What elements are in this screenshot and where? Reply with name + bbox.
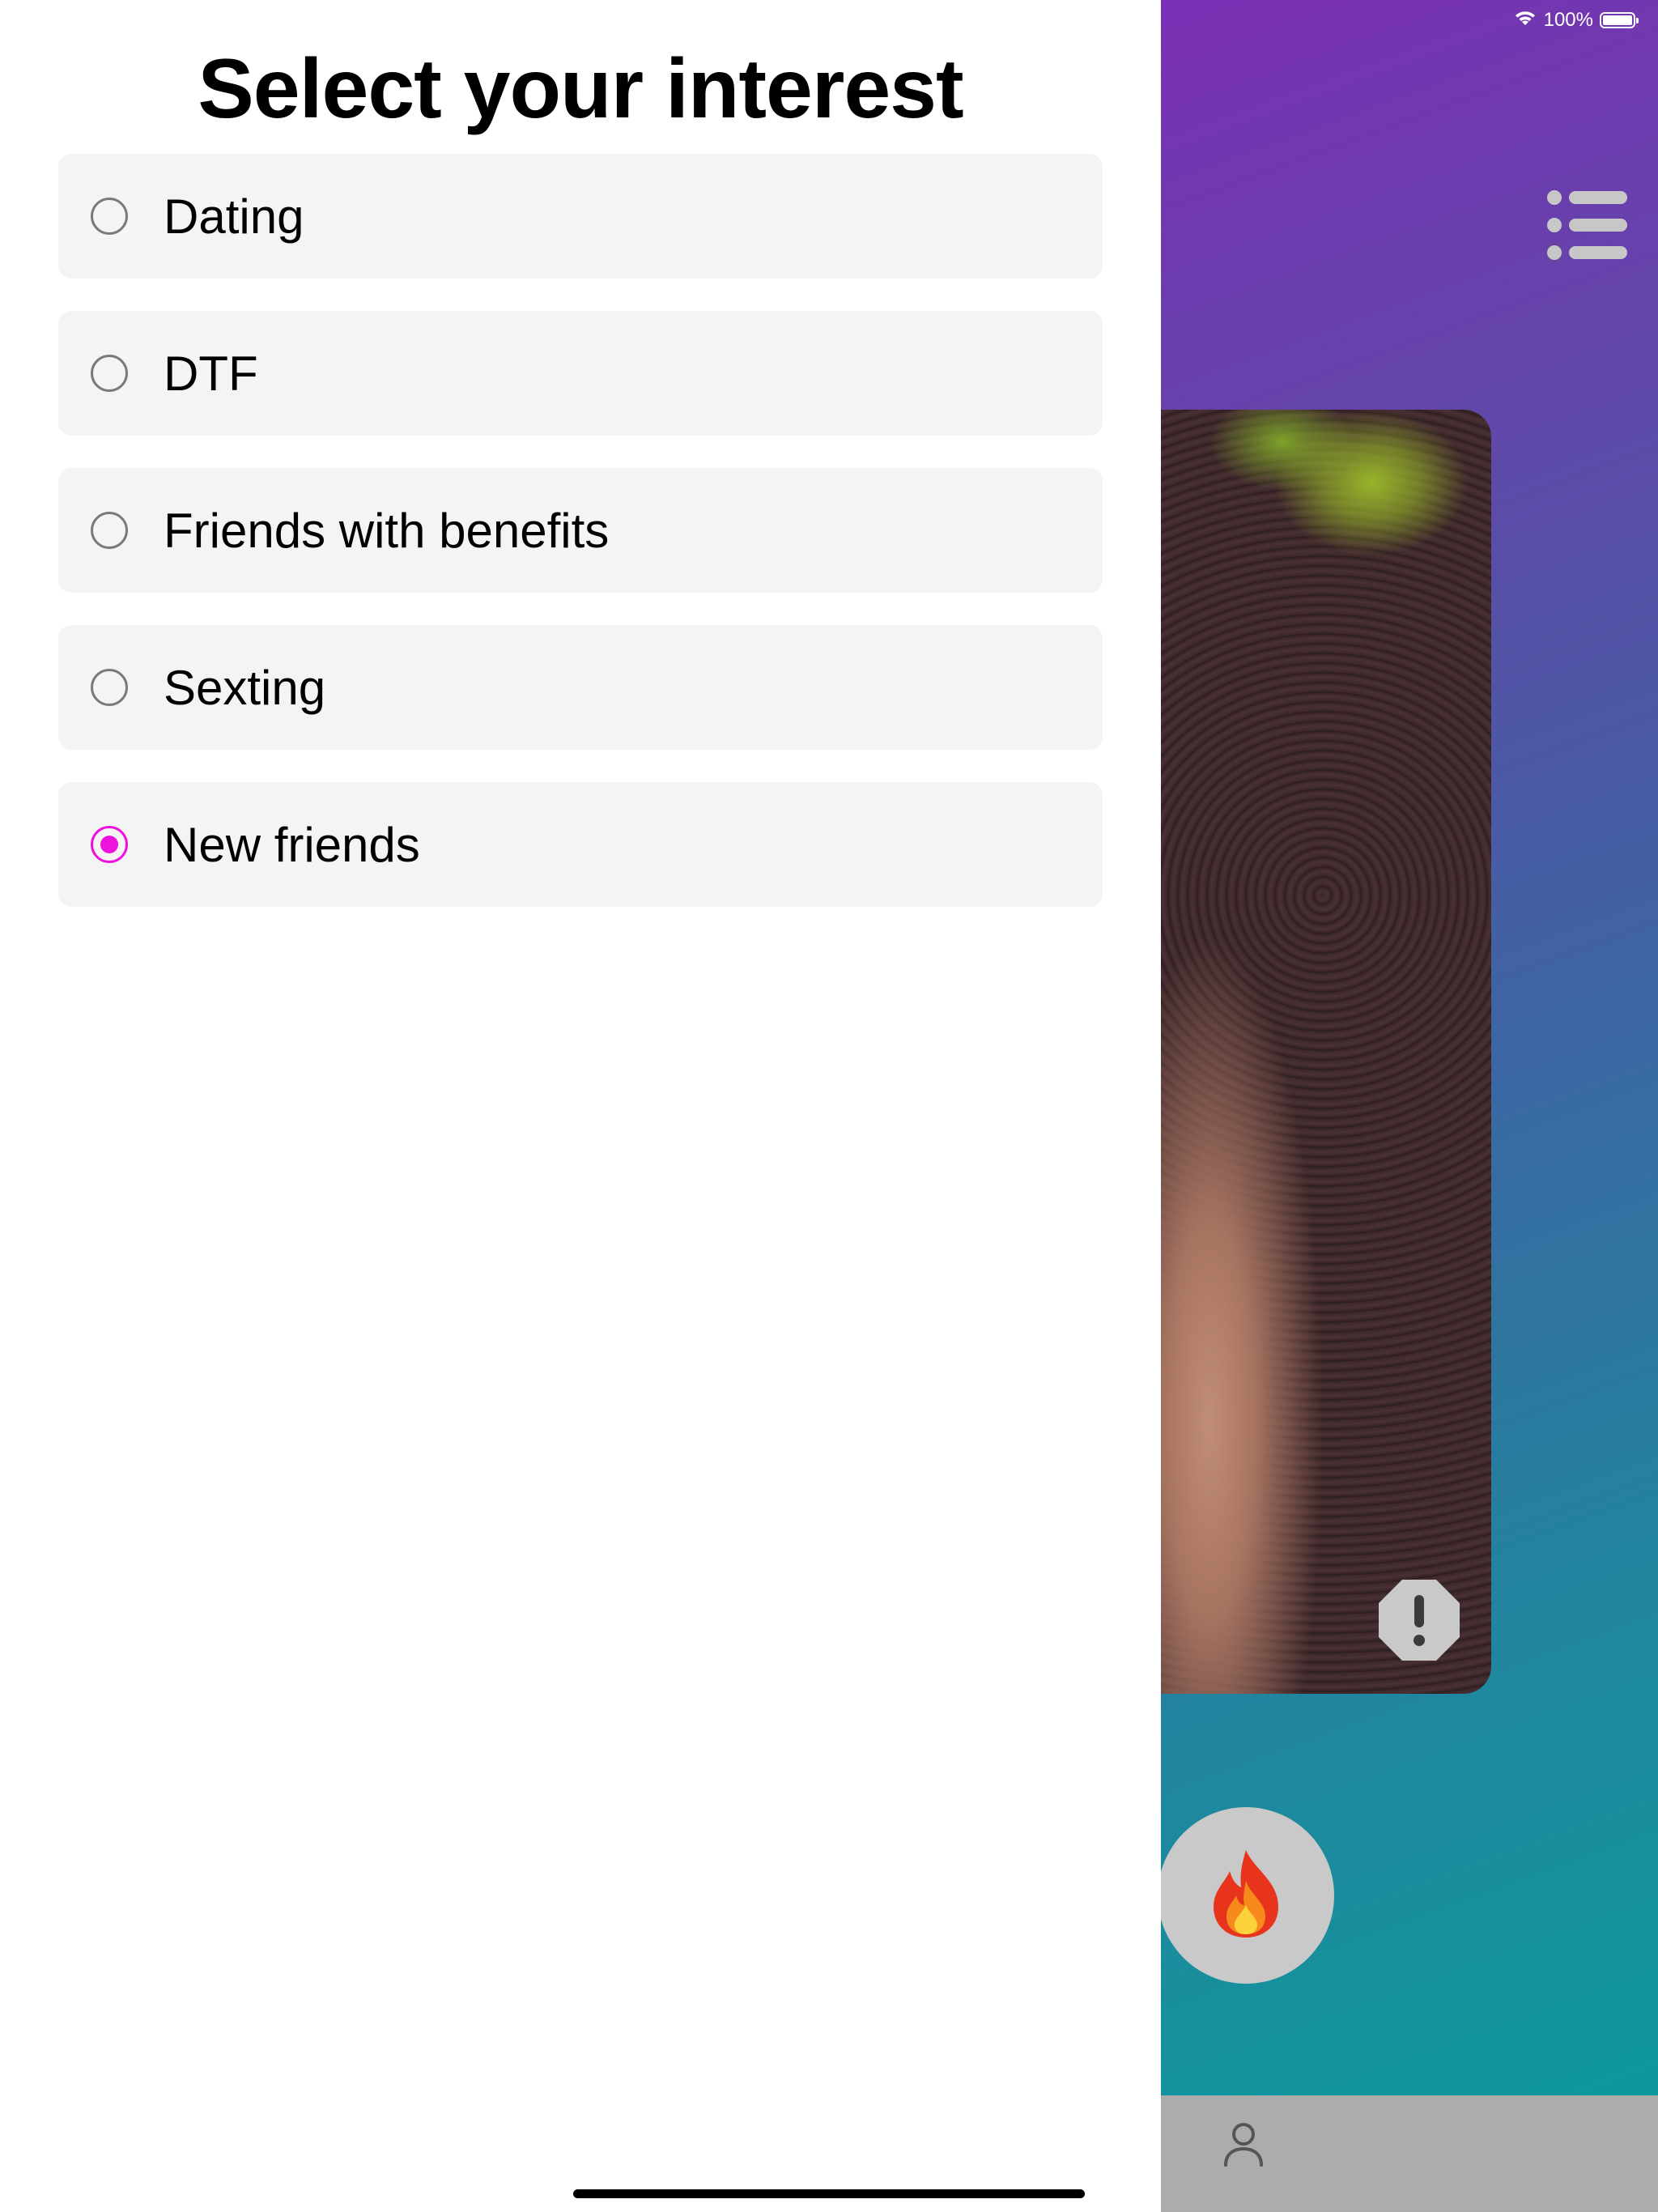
- person-icon[interactable]: [1218, 2118, 1269, 2170]
- fire-button[interactable]: [1161, 1807, 1334, 1984]
- option-label: DTF: [164, 346, 258, 401]
- tab-bar: [1161, 2095, 1658, 2212]
- sheet-title: Select your interest: [198, 42, 963, 136]
- interest-sheet: Select your interest Dating DTF Friends …: [0, 0, 1161, 2212]
- radio-button[interactable]: [91, 355, 128, 392]
- option-sexting[interactable]: Sexting: [58, 625, 1103, 750]
- option-dating[interactable]: Dating: [58, 154, 1103, 279]
- status-bar: 100%: [1513, 6, 1639, 34]
- screen: 100% Select your interest Dating DTF Fri…: [0, 0, 1658, 2212]
- battery-icon: [1600, 12, 1639, 28]
- battery-percentage: 100%: [1543, 9, 1593, 31]
- radio-button[interactable]: [91, 198, 128, 235]
- option-dtf[interactable]: DTF: [58, 311, 1103, 436]
- background-app: 100%: [1161, 0, 1658, 2212]
- option-new-friends[interactable]: New friends: [58, 782, 1103, 907]
- radio-button-selected[interactable]: [91, 826, 128, 863]
- radio-button[interactable]: [91, 512, 128, 549]
- wifi-icon: [1513, 9, 1537, 32]
- option-label: Dating: [164, 189, 304, 244]
- option-label: Friends with benefits: [164, 503, 610, 558]
- option-label: New friends: [164, 817, 420, 872]
- option-friends-with-benefits[interactable]: Friends with benefits: [58, 468, 1103, 593]
- option-label: Sexting: [164, 660, 326, 715]
- radio-button[interactable]: [91, 669, 128, 706]
- list-menu-icon[interactable]: [1546, 189, 1627, 262]
- home-indicator: [573, 2189, 1085, 2198]
- interest-option-list: Dating DTF Friends with benefits Sexting…: [58, 154, 1103, 939]
- profile-photo-card[interactable]: [1161, 410, 1491, 1694]
- radio-dot: [100, 836, 118, 853]
- fire-icon: [1207, 1848, 1285, 1943]
- exclamation-octagon-icon[interactable]: [1378, 1579, 1460, 1661]
